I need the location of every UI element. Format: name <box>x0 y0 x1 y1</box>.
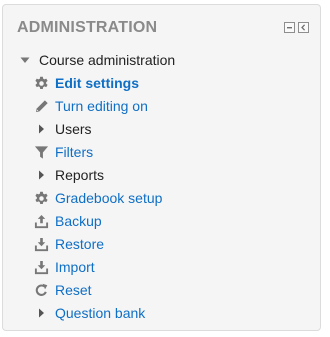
refresh-icon <box>33 282 49 298</box>
hide-icon <box>301 24 306 31</box>
tree-root-label: Course administration <box>39 52 176 68</box>
tree-root-course-administration[interactable]: Course administration <box>17 50 175 70</box>
tree-item-users[interactable]: Users <box>33 119 92 139</box>
tree-item-label: Edit settings <box>55 75 140 91</box>
caret-right-icon <box>33 305 49 321</box>
pencil-icon <box>33 98 49 114</box>
tree-item-filters[interactable]: Filters <box>33 142 93 162</box>
gear-icon <box>33 190 49 206</box>
block-title: ADMINISTRATION <box>17 19 158 36</box>
caret-right-icon <box>33 121 49 137</box>
tree-item-gradebook-setup[interactable]: Gradebook setup <box>33 188 162 208</box>
tree-item-label: Import <box>55 259 95 275</box>
filter-icon <box>33 144 49 160</box>
tree-item-turn-editing-on[interactable]: Turn editing on <box>33 96 148 116</box>
tree-item-label: Users <box>55 121 92 137</box>
tree-item-label: Filters <box>55 144 94 160</box>
tree-item-backup[interactable]: Backup <box>33 211 102 231</box>
download-icon <box>33 259 49 275</box>
tree-item-label: Question bank <box>55 305 146 321</box>
tree-item-label: Backup <box>55 213 102 229</box>
hide-button[interactable] <box>298 22 309 33</box>
gear-icon <box>33 75 49 91</box>
upload-icon <box>33 213 49 229</box>
tree-item-label: Gradebook setup <box>55 190 163 206</box>
block-controls <box>284 22 309 33</box>
dock-button[interactable] <box>284 22 295 33</box>
tree-item-restore[interactable]: Restore <box>33 234 104 254</box>
download-icon <box>33 236 49 252</box>
tree-item-edit-settings[interactable]: Edit settings <box>33 73 139 93</box>
tree-item-question-bank[interactable]: Question bank <box>33 303 145 323</box>
tree-item-reports[interactable]: Reports <box>33 165 104 185</box>
caret-right-icon <box>33 167 49 183</box>
tree-item-reset[interactable]: Reset <box>33 280 92 300</box>
dock-icon <box>287 27 292 29</box>
tree-item-label: Reports <box>55 167 105 183</box>
tree-item-import[interactable]: Import <box>33 257 95 277</box>
tree-item-label: Reset <box>55 282 92 298</box>
tree-item-label: Turn editing on <box>55 98 148 114</box>
caret-down-icon <box>17 52 33 68</box>
administration-block: ADMINISTRATION Course administration Edi… <box>2 4 321 331</box>
tree-item-label: Restore <box>55 236 105 252</box>
